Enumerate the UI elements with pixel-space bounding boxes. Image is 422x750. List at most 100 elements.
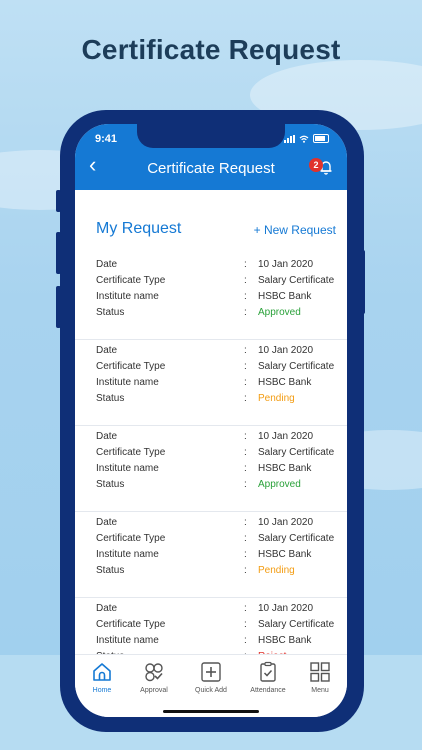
tab-home[interactable]: Home (75, 661, 129, 694)
field-separator: : (244, 361, 247, 372)
notification-badge: 2 (309, 158, 323, 172)
field-label: Institute name (96, 549, 159, 560)
bottom-tab-bar: Home Approval Quick Add Attendance Menu (75, 654, 347, 717)
tab-menu[interactable]: Menu (293, 661, 347, 694)
field-value: Salary Certificate (258, 361, 335, 372)
status-value: Pending (258, 393, 295, 404)
new-request-button[interactable]: + New Request (254, 223, 336, 237)
field-value: 10 Jan 2020 (258, 431, 314, 442)
my-request-header: My Request + New Request (96, 220, 336, 242)
status-time: 9:41 (95, 133, 118, 145)
signal-icon (284, 134, 295, 143)
home-icon (93, 663, 111, 681)
field-separator: : (244, 393, 247, 404)
field-separator: : (244, 533, 247, 544)
request-field-date: Date:10 Jan 2020 (96, 431, 341, 447)
tab-label: Menu (311, 687, 329, 694)
app-bar-title: Certificate Request (147, 160, 275, 177)
field-separator: : (244, 259, 247, 270)
request-card[interactable]: Date:10 Jan 2020 Certificate Type: Salary … (75, 254, 347, 340)
field-separator: : (244, 549, 247, 560)
field-separator: : (244, 619, 247, 630)
my-request-title: My Request (96, 220, 182, 237)
request-card[interactable]: Date:10 Jan 2020 Certificate Type: Salary … (75, 426, 347, 512)
field-label: Status (96, 565, 125, 576)
home-indicator (163, 710, 259, 713)
field-label: Status (96, 307, 125, 318)
field-label: Certificate Type (96, 275, 166, 286)
request-card[interactable]: Date:10 Jan 2020 Certificate Type: Salary … (75, 512, 347, 598)
field-label: Status (96, 479, 125, 490)
status-value: Approved (258, 307, 301, 318)
field-label: Certificate Type (96, 361, 166, 372)
request-field-type: Certificate Type: Salary Certificate (96, 275, 341, 291)
tab-attendance[interactable]: Attendance (241, 661, 295, 694)
request-field-date: Date:10 Jan 2020 (96, 517, 341, 533)
status-icons (284, 134, 329, 143)
field-label: Certificate Type (96, 447, 166, 458)
tab-label: Attendance (250, 687, 286, 694)
field-value: 10 Jan 2020 (258, 345, 314, 356)
field-label: Institute name (96, 291, 159, 302)
field-value: 10 Jan 2020 (258, 259, 314, 270)
tab-label: Home (92, 687, 112, 694)
approval-icon (145, 663, 163, 682)
page-headline: Certificate Request (81, 34, 341, 65)
field-value: 10 Jan 2020 (258, 603, 314, 614)
field-separator: : (244, 447, 247, 458)
field-value: Salary Certificate (258, 619, 335, 630)
field-value: Salary Certificate (258, 447, 335, 458)
request-field-institute: Institute name: HSBC Bank (96, 463, 341, 479)
field-separator: : (244, 345, 247, 356)
field-value: 10 Jan 2020 (258, 517, 314, 528)
field-label: Institute name (96, 377, 159, 388)
battery-icon (313, 134, 329, 143)
request-field-type: Certificate Type: Salary Certificate (96, 533, 341, 549)
request-card[interactable]: Date:10 Jan 2020 Certificate Type: Salary … (75, 340, 347, 426)
field-value: HSBC Bank (258, 377, 312, 388)
field-separator: : (244, 565, 247, 576)
field-label: Date (96, 517, 118, 528)
tab-approval[interactable]: Approval (127, 661, 181, 694)
field-label: Institute name (96, 635, 159, 646)
request-field-institute: Institute name: HSBC Bank (96, 549, 341, 565)
field-separator: : (244, 307, 247, 318)
field-value: Salary Certificate (258, 533, 335, 544)
attendance-icon (260, 661, 276, 682)
field-separator: : (244, 463, 247, 474)
field-separator: : (244, 291, 247, 302)
field-label: Date (96, 431, 118, 442)
request-field-type: Certificate Type: Salary Certificate (96, 361, 341, 377)
field-value: HSBC Bank (258, 291, 312, 302)
phone-side-button (360, 250, 365, 314)
field-label: Status (96, 393, 125, 404)
request-field-status: Status: Approved (96, 307, 341, 323)
field-separator: : (244, 275, 247, 286)
wifi-icon (299, 135, 309, 143)
request-field-date: Date:10 Jan 2020 (96, 259, 341, 275)
quick-add-icon (201, 662, 221, 682)
field-value: HSBC Bank (258, 549, 312, 560)
request-field-type: Certificate Type: Salary Certificate (96, 619, 341, 635)
tab-label: Approval (140, 687, 168, 694)
field-label: Institute name (96, 463, 159, 474)
request-field-institute: Institute name: HSBC Bank (96, 377, 341, 393)
field-label: Date (96, 345, 118, 356)
phone-side-button (56, 190, 61, 212)
request-field-institute: Institute name: HSBC Bank (96, 635, 341, 651)
request-field-date: Date:10 Jan 2020 (96, 345, 341, 361)
field-label: Certificate Type (96, 619, 166, 630)
request-list: Date:10 Jan 2020 Certificate Type: Salary … (75, 254, 347, 684)
field-separator: : (244, 635, 247, 646)
field-separator: : (244, 479, 247, 490)
app-bar: 9:41 ‹ Certificate Request 2 (75, 124, 347, 190)
notification-button[interactable]: 2 (309, 158, 335, 176)
phone-notch (137, 124, 285, 148)
field-separator: : (244, 603, 247, 614)
field-label: Date (96, 603, 118, 614)
menu-grid-icon (310, 662, 330, 682)
tab-label: Quick Add (195, 687, 227, 694)
tab-quick-add[interactable]: Quick Add (184, 661, 238, 694)
request-field-status: Status: Approved (96, 479, 341, 495)
field-value: HSBC Bank (258, 463, 312, 474)
